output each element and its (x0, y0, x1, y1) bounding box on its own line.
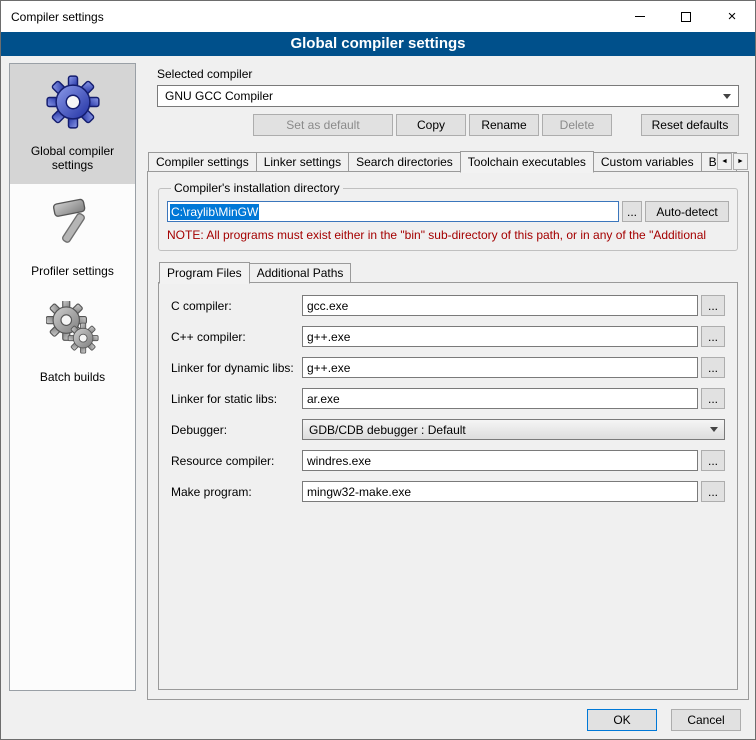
main-panel: Selected compiler GNU GCC Compiler Set a… (147, 63, 749, 691)
c-compiler-label: C compiler: (171, 299, 299, 313)
gray-gears-icon (45, 300, 101, 356)
tab-toolchain-executables[interactable]: Toolchain executables (460, 151, 594, 173)
ok-button[interactable]: OK (587, 709, 657, 731)
chevron-down-icon (710, 427, 718, 432)
auto-detect-button[interactable]: Auto-detect (645, 201, 729, 222)
linker-static-input[interactable] (302, 388, 698, 409)
tab-additional-paths[interactable]: Additional Paths (249, 263, 352, 283)
c-compiler-input[interactable] (302, 295, 698, 316)
tab-linker-settings[interactable]: Linker settings (256, 152, 349, 172)
linker-static-browse-button[interactable]: ... (701, 388, 725, 409)
debugger-row: Debugger: GDB/CDB debugger : Default (171, 419, 725, 440)
cancel-button[interactable]: Cancel (671, 709, 741, 731)
installation-directory-input[interactable]: C:\raylib\MinGW (167, 201, 619, 222)
cpp-compiler-browse-button[interactable]: ... (701, 326, 725, 347)
tab-scroll-right-icon[interactable]: ► (733, 153, 748, 170)
sidebar-item-batch-builds[interactable]: Batch builds (10, 290, 135, 396)
resource-compiler-label: Resource compiler: (171, 454, 299, 468)
tab-scrollers: ◄ ► (717, 153, 748, 170)
minimize-icon (635, 16, 645, 17)
bin-subdirectory-note: NOTE: All programs must exist either in … (167, 228, 729, 242)
linker-static-row: Linker for static libs: ... (171, 388, 725, 409)
tab-custom-variables[interactable]: Custom variables (593, 152, 702, 172)
selected-compiler-label: Selected compiler (157, 67, 739, 81)
reset-defaults-button[interactable]: Reset defaults (641, 114, 739, 136)
linker-dynamic-browse-button[interactable]: ... (701, 357, 725, 378)
titlebar: Compiler settings × (1, 1, 755, 32)
make-program-input[interactable] (302, 481, 698, 502)
c-compiler-browse-button[interactable]: ... (701, 295, 725, 316)
maximize-button[interactable] (663, 1, 709, 32)
make-program-row: Make program: ... (171, 481, 725, 502)
installation-directory-row: C:\raylib\MinGW ... Auto-detect (167, 201, 729, 222)
linker-dynamic-row: Linker for dynamic libs: ... (171, 357, 725, 378)
resource-compiler-row: Resource compiler: ... (171, 450, 725, 471)
linker-static-label: Linker for static libs: (171, 392, 299, 406)
caption-buttons: × (617, 1, 755, 32)
installation-directory-browse-button[interactable]: ... (622, 201, 642, 222)
installation-directory-value: C:\raylib\MinGW (170, 204, 259, 220)
settings-category-list: Global compiler settings Profiler settin… (9, 63, 136, 691)
resource-compiler-input[interactable] (302, 450, 698, 471)
make-program-browse-button[interactable]: ... (701, 481, 725, 502)
minimize-button[interactable] (617, 1, 663, 32)
window-title: Compiler settings (1, 10, 104, 24)
tab-program-files[interactable]: Program Files (159, 262, 250, 284)
copy-button[interactable]: Copy (396, 114, 466, 136)
linker-dynamic-input[interactable] (302, 357, 698, 378)
settings-tabbar: Compiler settings Linker settings Search… (147, 150, 749, 172)
sidebar-item-global-compiler-settings[interactable]: Global compiler settings (10, 64, 135, 184)
compiler-settings-dialog: Compiler settings × Global compiler sett… (0, 0, 756, 740)
resource-compiler-browse-button[interactable]: ... (701, 450, 725, 471)
installation-directory-group-title: Compiler's installation directory (171, 181, 343, 195)
spacer (157, 114, 250, 136)
maximize-icon (681, 12, 691, 22)
cpp-compiler-input[interactable] (302, 326, 698, 347)
linker-dynamic-label: Linker for dynamic libs: (171, 361, 299, 375)
sidebar-item-label: Batch builds (40, 370, 105, 384)
tab-compiler-settings[interactable]: Compiler settings (148, 152, 257, 172)
delete-button[interactable]: Delete (542, 114, 612, 136)
sidebar-item-label: Profiler settings (31, 264, 114, 278)
program-files-tabbar: Program Files Additional Paths (158, 261, 738, 283)
compiler-action-buttons: Set as default Copy Rename Delete Reset … (157, 114, 739, 136)
make-program-label: Make program: (171, 485, 299, 499)
tab-search-directories[interactable]: Search directories (348, 152, 461, 172)
close-button[interactable]: × (709, 1, 755, 32)
sidebar-item-label: Global compiler settings (17, 144, 129, 172)
profiler-hammer-icon (45, 194, 101, 250)
toolchain-executables-panel: Compiler's installation directory C:\ray… (147, 171, 749, 700)
compiler-select[interactable]: GNU GCC Compiler (157, 85, 739, 107)
blue-gear-icon (45, 74, 101, 130)
chevron-down-icon (723, 94, 731, 99)
close-icon: × (728, 9, 737, 24)
tab-scroll-left-icon[interactable]: ◄ (717, 153, 732, 170)
debugger-label: Debugger: (171, 423, 299, 437)
cpp-compiler-label: C++ compiler: (171, 330, 299, 344)
cpp-compiler-row: C++ compiler: ... (171, 326, 725, 347)
debugger-select-value: GDB/CDB debugger : Default (309, 423, 466, 437)
compiler-select-value: GNU GCC Compiler (165, 89, 273, 103)
rename-button[interactable]: Rename (469, 114, 539, 136)
c-compiler-row: C compiler: ... (171, 295, 725, 316)
sidebar-item-profiler-settings[interactable]: Profiler settings (10, 184, 135, 290)
page-title: Global compiler settings (1, 32, 755, 56)
dialog-footer: OK Cancel (587, 709, 741, 731)
installation-directory-group: Compiler's installation directory C:\ray… (158, 181, 738, 251)
set-as-default-button[interactable]: Set as default (253, 114, 393, 136)
program-files-panel: C compiler: ... C++ compiler: ... Linker… (158, 282, 738, 690)
debugger-select[interactable]: GDB/CDB debugger : Default (302, 419, 725, 440)
